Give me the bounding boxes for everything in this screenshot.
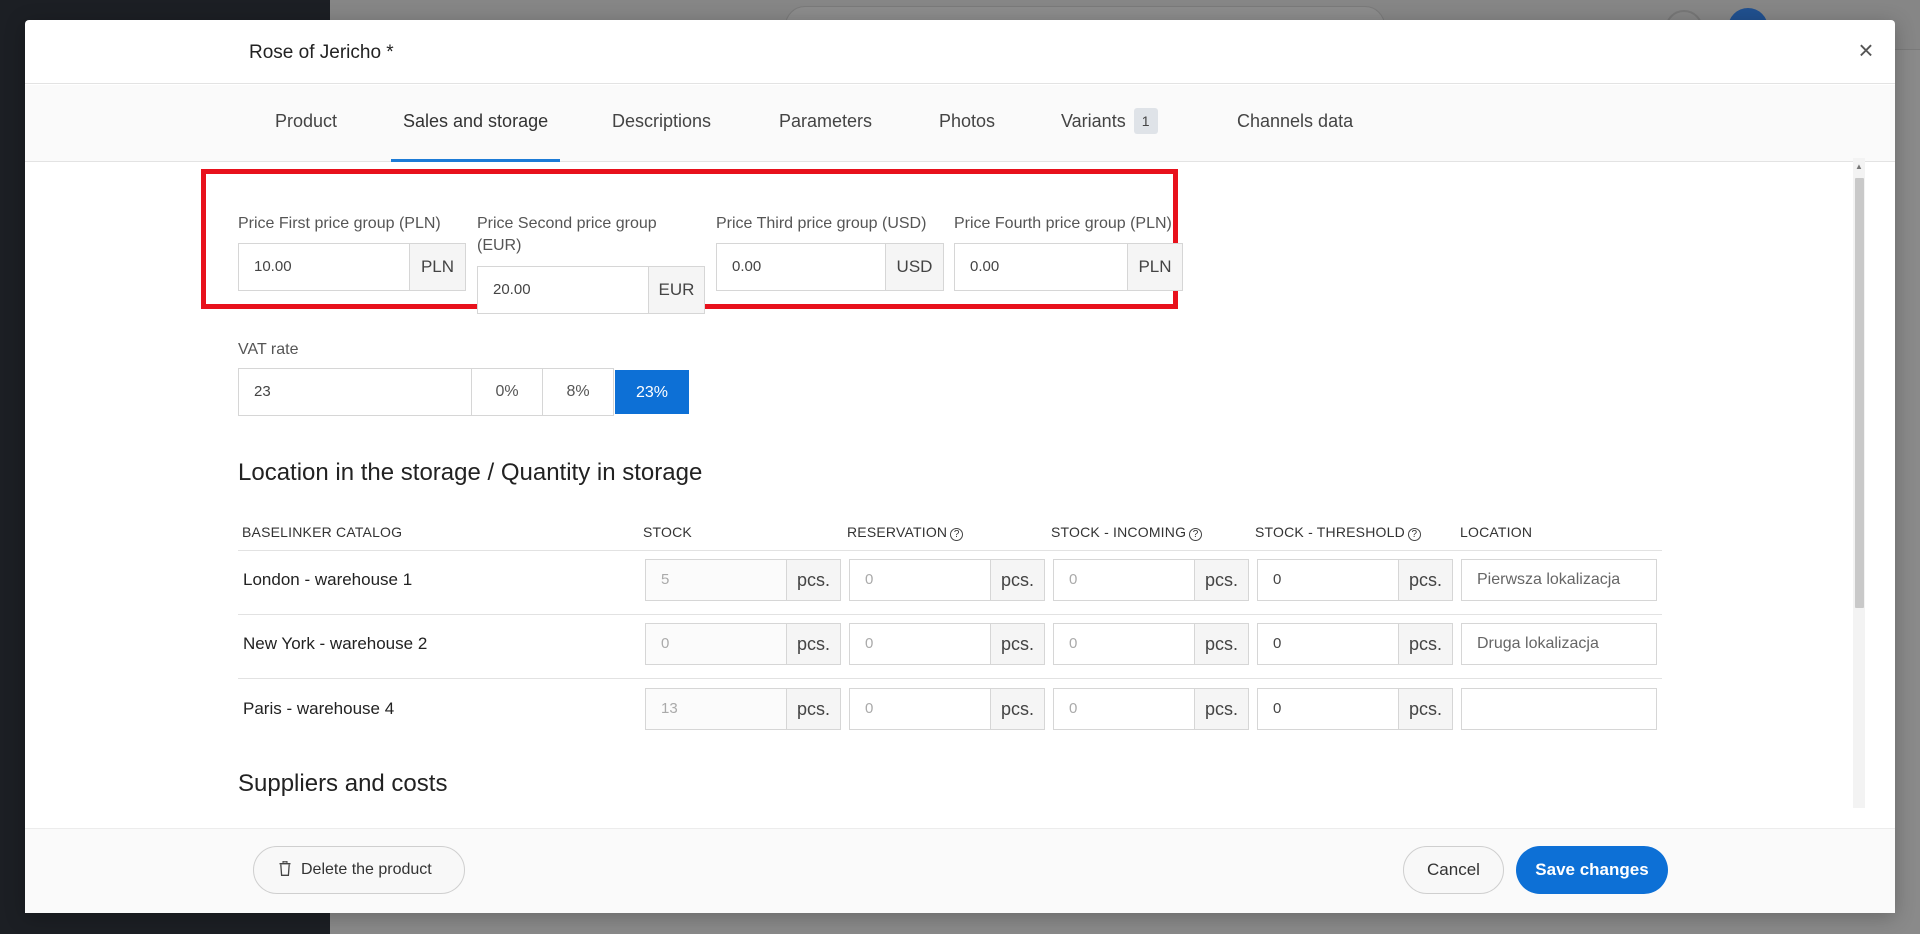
row-divider	[238, 550, 1662, 551]
vat-option-8[interactable]: 8%	[542, 368, 614, 416]
stock-input: 0	[645, 623, 787, 665]
price-second-label: Price Second price group (EUR)	[477, 213, 657, 257]
delete-product-label: Delete the product	[301, 861, 432, 878]
tab-parameters[interactable]: Parameters	[767, 85, 884, 162]
col-header-reservation: RESERVATION?	[847, 524, 964, 541]
threshold-input[interactable]: 0	[1257, 559, 1399, 601]
col-header-incoming: STOCK - INCOMING?	[1051, 524, 1203, 541]
price-fourth-label: Price Fourth price group (PLN)	[954, 215, 1172, 232]
help-icon[interactable]: ?	[1189, 528, 1203, 541]
price-second-label-line1: Price Second price group	[477, 215, 657, 232]
reservation-input[interactable]: 0	[849, 559, 991, 601]
col-header-catalog: BASELINKER CATALOG	[242, 524, 403, 540]
tab-sales-and-storage[interactable]: Sales and storage	[391, 85, 561, 162]
price-first-currency: PLN	[410, 243, 466, 291]
stock-unit: pcs.	[787, 688, 841, 730]
incoming-unit: pcs.	[1195, 559, 1249, 601]
incoming-input[interactable]: 0	[1053, 623, 1195, 665]
col-header-threshold: STOCK - THRESHOLD?	[1255, 524, 1421, 541]
trash-icon	[279, 861, 291, 876]
tab-photos[interactable]: Photos	[927, 85, 1007, 162]
tab-bar: Product Sales and storage Descriptions P…	[25, 85, 1895, 162]
vat-option-23[interactable]: 23%	[615, 370, 689, 414]
delete-product-button[interactable]: Delete the product	[253, 846, 465, 894]
price-third-label: Price Third price group (USD)	[716, 215, 927, 232]
stock-unit: pcs.	[787, 559, 841, 601]
price-third-input[interactable]: 0.00	[716, 243, 886, 291]
tab-variants[interactable]: Variants 1	[1049, 85, 1170, 162]
incoming-unit: pcs.	[1195, 688, 1249, 730]
vat-option-0[interactable]: 0%	[471, 368, 543, 416]
reservation-input[interactable]: 0	[849, 688, 991, 730]
variants-count-badge: 1	[1133, 108, 1158, 134]
price-fourth-input[interactable]: 0.00	[954, 243, 1128, 291]
threshold-input[interactable]: 0	[1257, 688, 1399, 730]
tab-variants-label: Variants	[1061, 111, 1126, 131]
threshold-input[interactable]: 0	[1257, 623, 1399, 665]
reservation-unit: pcs.	[991, 559, 1045, 601]
price-second-label-line2: (EUR)	[477, 237, 522, 254]
row-warehouse-name: Paris - warehouse 4	[243, 699, 395, 718]
threshold-unit: pcs.	[1399, 688, 1453, 730]
price-first-label: Price First price group (PLN)	[238, 215, 441, 232]
close-icon[interactable]: ×	[1853, 37, 1879, 64]
stock-input: 5	[645, 559, 787, 601]
reservation-input[interactable]: 0	[849, 623, 991, 665]
stock-unit: pcs.	[787, 623, 841, 665]
row-warehouse-name: London - warehouse 1	[243, 570, 413, 589]
price-first-input[interactable]: 10.00	[238, 243, 410, 291]
price-second-currency: EUR	[649, 266, 705, 314]
scroll-up-icon[interactable]: ▲	[1854, 162, 1864, 172]
row-warehouse-name: New York - warehouse 2	[243, 634, 428, 653]
col-header-incoming-label: STOCK - INCOMING	[1051, 524, 1187, 540]
price-third-currency: USD	[886, 243, 944, 291]
modal-title: Rose of Jericho *	[249, 42, 394, 63]
help-icon[interactable]: ?	[950, 528, 964, 541]
scrollbar-thumb[interactable]	[1855, 178, 1864, 608]
threshold-unit: pcs.	[1399, 559, 1453, 601]
row-divider	[238, 678, 1662, 679]
modal-header: Rose of Jericho * ×	[25, 20, 1895, 84]
reservation-unit: pcs.	[991, 688, 1045, 730]
col-header-reservation-label: RESERVATION	[847, 524, 948, 540]
row-divider	[238, 614, 1662, 615]
col-header-stock: STOCK	[643, 524, 692, 540]
vat-rate-input[interactable]: 23	[238, 368, 472, 416]
storage-section-title: Location in the storage / Quantity in st…	[238, 459, 703, 486]
location-input[interactable]	[1461, 688, 1657, 730]
incoming-unit: pcs.	[1195, 623, 1249, 665]
save-changes-button[interactable]: Save changes	[1516, 846, 1668, 894]
incoming-input[interactable]: 0	[1053, 688, 1195, 730]
price-second-input[interactable]: 20.00	[477, 266, 649, 314]
cancel-button[interactable]: Cancel	[1403, 846, 1504, 894]
col-header-threshold-label: STOCK - THRESHOLD	[1255, 524, 1405, 540]
location-input[interactable]: Druga lokalizacja	[1461, 623, 1657, 665]
incoming-input[interactable]: 0	[1053, 559, 1195, 601]
stock-input: 13	[645, 688, 787, 730]
price-fourth-currency: PLN	[1128, 243, 1183, 291]
tab-product[interactable]: Product	[263, 85, 349, 162]
suppliers-section-title: Suppliers and costs	[238, 770, 448, 797]
vat-rate-label: VAT rate	[238, 341, 299, 358]
help-icon[interactable]: ?	[1407, 528, 1421, 541]
reservation-unit: pcs.	[991, 623, 1045, 665]
threshold-unit: pcs.	[1399, 623, 1453, 665]
location-input[interactable]: Pierwsza lokalizacja	[1461, 559, 1657, 601]
tab-descriptions[interactable]: Descriptions	[600, 85, 723, 162]
tab-channels-data[interactable]: Channels data	[1225, 85, 1365, 162]
col-header-location: LOCATION	[1460, 524, 1533, 540]
